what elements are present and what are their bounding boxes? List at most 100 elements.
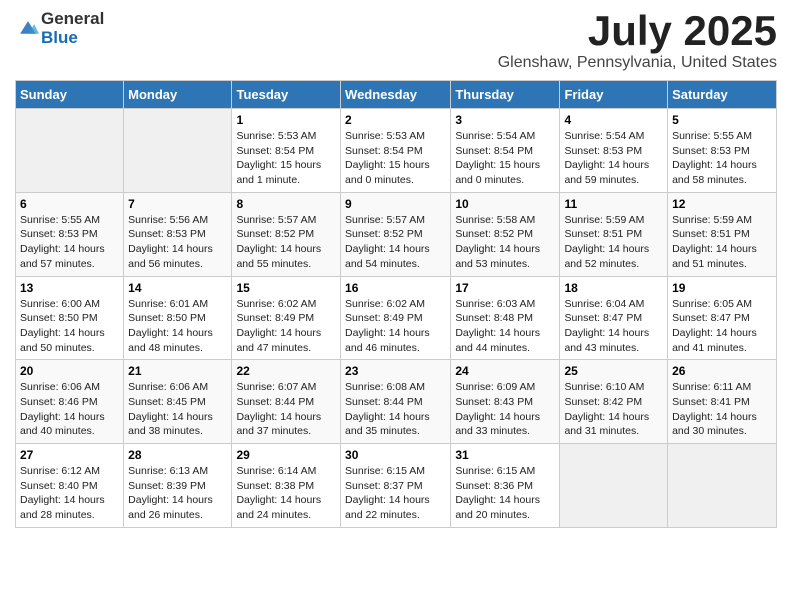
weekday-header-monday: Monday (124, 81, 232, 109)
calendar-cell: 15 Sunrise: 6:02 AMSunset: 8:49 PMDayligh… (232, 276, 341, 360)
day-info: Sunrise: 6:10 AMSunset: 8:42 PMDaylight:… (564, 381, 649, 437)
weekday-header-tuesday: Tuesday (232, 81, 341, 109)
day-number: 11 (564, 197, 663, 211)
day-number: 28 (128, 448, 227, 462)
day-info: Sunrise: 6:02 AMSunset: 8:49 PMDaylight:… (236, 298, 321, 354)
calendar-cell: 17 Sunrise: 6:03 AMSunset: 8:48 PMDayligh… (451, 276, 560, 360)
day-number: 20 (20, 364, 119, 378)
calendar-cell: 30Sunrise: 6:15 AMSunset: 8:37 PMDayligh… (341, 444, 451, 528)
calendar-cell: 13 Sunrise: 6:00 AMSunset: 8:50 PMDayligh… (16, 276, 124, 360)
calendar-cell: 24Sunrise: 6:09 AMSunset: 8:43 PMDayligh… (451, 360, 560, 444)
day-info: Sunrise: 6:06 AMSunset: 8:46 PMDaylight:… (20, 381, 105, 437)
day-info: Sunrise: 5:59 AMSunset: 8:51 PMDaylight:… (672, 214, 757, 270)
day-info: Sunrise: 6:00 AMSunset: 8:50 PMDaylight:… (20, 298, 105, 354)
day-info: Sunrise: 5:57 AMSunset: 8:52 PMDaylight:… (345, 214, 430, 270)
calendar-cell: 5 Sunrise: 5:55 AMSunset: 8:53 PMDaylight… (668, 109, 777, 193)
day-number: 7 (128, 197, 227, 211)
calendar-cell: 10 Sunrise: 5:58 AMSunset: 8:52 PMDayligh… (451, 192, 560, 276)
calendar-cell: 14 Sunrise: 6:01 AMSunset: 8:50 PMDayligh… (124, 276, 232, 360)
day-info: Sunrise: 5:54 AMSunset: 8:54 PMDaylight:… (455, 130, 540, 186)
day-info: Sunrise: 5:59 AMSunset: 8:51 PMDaylight:… (564, 214, 649, 270)
day-number: 10 (455, 197, 555, 211)
day-number: 23 (345, 364, 446, 378)
calendar-cell (668, 444, 777, 528)
page-title: July 2025 (498, 10, 777, 52)
day-number: 24 (455, 364, 555, 378)
day-info: Sunrise: 6:07 AMSunset: 8:44 PMDaylight:… (236, 381, 321, 437)
day-number: 9 (345, 197, 446, 211)
day-info: Sunrise: 6:15 AMSunset: 8:36 PMDaylight:… (455, 465, 540, 521)
day-number: 2 (345, 113, 446, 127)
calendar-cell: 11 Sunrise: 5:59 AMSunset: 8:51 PMDayligh… (560, 192, 668, 276)
calendar-cell: 25 Sunrise: 6:10 AMSunset: 8:42 PMDayligh… (560, 360, 668, 444)
calendar-cell: 26Sunrise: 6:11 AMSunset: 8:41 PMDayligh… (668, 360, 777, 444)
calendar-cell: 1 Sunrise: 5:53 AMSunset: 8:54 PMDaylight… (232, 109, 341, 193)
weekday-header-thursday: Thursday (451, 81, 560, 109)
day-number: 17 (455, 281, 555, 295)
day-number: 21 (128, 364, 227, 378)
day-number: 15 (236, 281, 336, 295)
day-number: 26 (672, 364, 772, 378)
calendar-cell: 31 Sunrise: 6:15 AMSunset: 8:36 PMDayligh… (451, 444, 560, 528)
weekday-header-sunday: Sunday (16, 81, 124, 109)
day-info: Sunrise: 5:55 AMSunset: 8:53 PMDaylight:… (672, 130, 757, 186)
day-number: 18 (564, 281, 663, 295)
day-info: Sunrise: 6:12 AMSunset: 8:40 PMDaylight:… (20, 465, 105, 521)
day-info: Sunrise: 6:02 AMSunset: 8:49 PMDaylight:… (345, 298, 430, 354)
day-info: Sunrise: 6:13 AMSunset: 8:39 PMDaylight:… (128, 465, 213, 521)
day-number: 25 (564, 364, 663, 378)
calendar-cell: 16 Sunrise: 6:02 AMSunset: 8:49 PMDayligh… (341, 276, 451, 360)
calendar-cell: 23 Sunrise: 6:08 AMSunset: 8:44 PMDayligh… (341, 360, 451, 444)
day-info: Sunrise: 6:06 AMSunset: 8:45 PMDaylight:… (128, 381, 213, 437)
day-number: 5 (672, 113, 772, 127)
day-number: 1 (236, 113, 336, 127)
calendar-cell (124, 109, 232, 193)
day-info: Sunrise: 6:14 AMSunset: 8:38 PMDaylight:… (236, 465, 321, 521)
day-info: Sunrise: 6:05 AMSunset: 8:47 PMDaylight:… (672, 298, 757, 354)
calendar-table: SundayMondayTuesdayWednesdayThursdayFrid… (15, 80, 777, 528)
calendar-cell: 12Sunrise: 5:59 AMSunset: 8:51 PMDayligh… (668, 192, 777, 276)
weekday-header-friday: Friday (560, 81, 668, 109)
calendar-cell: 28 Sunrise: 6:13 AMSunset: 8:39 PMDayligh… (124, 444, 232, 528)
day-info: Sunrise: 5:54 AMSunset: 8:53 PMDaylight:… (564, 130, 649, 186)
day-number: 27 (20, 448, 119, 462)
calendar-cell: 19 Sunrise: 6:05 AMSunset: 8:47 PMDayligh… (668, 276, 777, 360)
day-number: 3 (455, 113, 555, 127)
day-info: Sunrise: 6:03 AMSunset: 8:48 PMDaylight:… (455, 298, 540, 354)
header: General Blue July 2025 Glenshaw, Pennsyl… (15, 10, 777, 72)
day-number: 19 (672, 281, 772, 295)
day-number: 31 (455, 448, 555, 462)
calendar-cell (16, 109, 124, 193)
calendar-cell: 27 Sunrise: 6:12 AMSunset: 8:40 PMDayligh… (16, 444, 124, 528)
calendar-cell (560, 444, 668, 528)
logo-general-text: General (41, 10, 104, 29)
day-number: 13 (20, 281, 119, 295)
weekday-header-saturday: Saturday (668, 81, 777, 109)
day-info: Sunrise: 6:15 AMSunset: 8:37 PMDaylight:… (345, 465, 430, 521)
day-number: 16 (345, 281, 446, 295)
day-info: Sunrise: 5:55 AMSunset: 8:53 PMDaylight:… (20, 214, 105, 270)
day-info: Sunrise: 5:58 AMSunset: 8:52 PMDaylight:… (455, 214, 540, 270)
calendar-cell: 21 Sunrise: 6:06 AMSunset: 8:45 PMDayligh… (124, 360, 232, 444)
day-info: Sunrise: 5:57 AMSunset: 8:52 PMDaylight:… (236, 214, 321, 270)
day-info: Sunrise: 6:08 AMSunset: 8:44 PMDaylight:… (345, 381, 430, 437)
calendar-cell: 6 Sunrise: 5:55 AMSunset: 8:53 PMDaylight… (16, 192, 124, 276)
day-info: Sunrise: 5:53 AMSunset: 8:54 PMDaylight:… (345, 130, 430, 186)
subtitle: Glenshaw, Pennsylvania, United States (498, 54, 777, 72)
day-number: 14 (128, 281, 227, 295)
weekday-header-wednesday: Wednesday (341, 81, 451, 109)
calendar-cell: 18Sunrise: 6:04 AMSunset: 8:47 PMDayligh… (560, 276, 668, 360)
day-info: Sunrise: 5:53 AMSunset: 8:54 PMDaylight:… (236, 130, 321, 186)
calendar-cell: 22Sunrise: 6:07 AMSunset: 8:44 PMDayligh… (232, 360, 341, 444)
day-number: 8 (236, 197, 336, 211)
calendar-cell: 3 Sunrise: 5:54 AMSunset: 8:54 PMDaylight… (451, 109, 560, 193)
logo: General Blue (15, 10, 104, 47)
day-info: Sunrise: 6:01 AMSunset: 8:50 PMDaylight:… (128, 298, 213, 354)
day-info: Sunrise: 5:56 AMSunset: 8:53 PMDaylight:… (128, 214, 213, 270)
day-number: 6 (20, 197, 119, 211)
day-number: 4 (564, 113, 663, 127)
calendar-cell: 2 Sunrise: 5:53 AMSunset: 8:54 PMDaylight… (341, 109, 451, 193)
title-area: July 2025 Glenshaw, Pennsylvania, United… (498, 10, 777, 72)
calendar-cell: 20 Sunrise: 6:06 AMSunset: 8:46 PMDayligh… (16, 360, 124, 444)
calendar-cell: 29Sunrise: 6:14 AMSunset: 8:38 PMDayligh… (232, 444, 341, 528)
